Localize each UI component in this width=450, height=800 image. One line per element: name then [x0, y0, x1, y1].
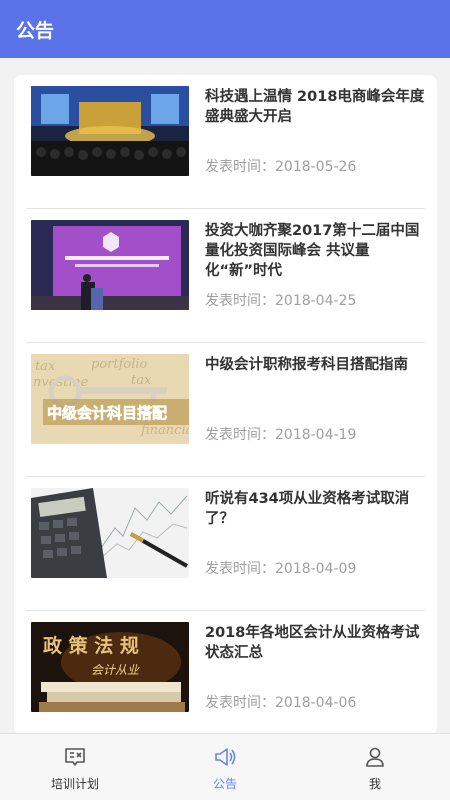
tab-announcements[interactable]: 公告 — [150, 734, 300, 800]
svg-text:tax: tax — [131, 373, 152, 388]
announcement-title[interactable]: 投资大咖齐聚2017第十二届中国量化投资国际峰会 共议量化“新”时代 — [205, 221, 425, 281]
svg-text:portfolio: portfolio — [91, 357, 148, 372]
thumbnail-calculator-chart — [31, 488, 189, 578]
chat-board-icon — [63, 745, 87, 769]
thumbnail-key-on-paper: tax portfolio nvestme tax financia 中级会计科… — [31, 354, 189, 444]
megaphone-icon — [213, 745, 237, 769]
tab-training-plan[interactable]: 培训计划 — [0, 734, 150, 800]
bottom-tab-bar: 培训计划 公告 我 — [0, 733, 450, 800]
list-item[interactable]: 政 策 法 规 会计从业 2018年各地区会计从业资格考试状态汇总 发表时间：2… — [26, 611, 425, 735]
announcement-title[interactable]: 中级会计职称报考科目搭配指南 — [205, 355, 425, 375]
thumbnail-policy-books: 政 策 法 规 会计从业 — [31, 622, 189, 712]
announcement-date: 发表时间：2018-04-09 — [205, 561, 357, 577]
list-item[interactable]: tax portfolio nvestme tax financia 中级会计科… — [26, 343, 425, 477]
thumbnail-conference-stage — [31, 86, 189, 176]
thumbnail-subcaption: 会计从业 — [91, 663, 140, 677]
list-item[interactable]: 听说有434项从业资格考试取消了？ 发表时间：2018-04-09 — [26, 477, 425, 611]
person-icon — [363, 745, 387, 769]
announcement-date: 发表时间：2018-04-19 — [205, 427, 357, 443]
list-item[interactable]: 投资大咖齐聚2017第十二届中国量化投资国际峰会 共议量化“新”时代 发表时间：… — [26, 209, 425, 343]
thumbnail-caption: 中级会计科目搭配 — [47, 404, 167, 422]
announcement-title[interactable]: 2018年各地区会计从业资格考试状态汇总 — [205, 623, 425, 663]
announcement-date: 发表时间：2018-04-06 — [205, 695, 357, 711]
page-title: 公告 — [16, 19, 55, 42]
thumbnail-summit-speaker — [31, 220, 189, 310]
tab-label: 我 — [368, 777, 381, 791]
thumbnail-caption: 政 策 法 规 — [43, 634, 139, 657]
tab-label: 培训计划 — [50, 777, 99, 791]
announcement-date: 发表时间：2018-05-26 — [205, 159, 357, 175]
announcement-title[interactable]: 听说有434项从业资格考试取消了？ — [205, 489, 425, 529]
svg-text:tax: tax — [35, 359, 56, 374]
tab-me[interactable]: 我 — [300, 734, 450, 800]
svg-text:financia: financia — [140, 423, 189, 438]
announcement-title[interactable]: 科技遇上温情 2018电商峰会年度盛典盛大开启 — [205, 87, 425, 127]
tab-label: 公告 — [212, 777, 237, 791]
announcement-date: 发表时间：2018-04-25 — [205, 293, 357, 309]
app-header: 公告 — [0, 0, 450, 58]
list-item[interactable]: 科技遇上温情 2018电商峰会年度盛典盛大开启 发表时间：2018-05-26 — [26, 75, 425, 209]
announcement-list: 科技遇上温情 2018电商峰会年度盛典盛大开启 发表时间：2018-05-26 … — [14, 75, 437, 735]
